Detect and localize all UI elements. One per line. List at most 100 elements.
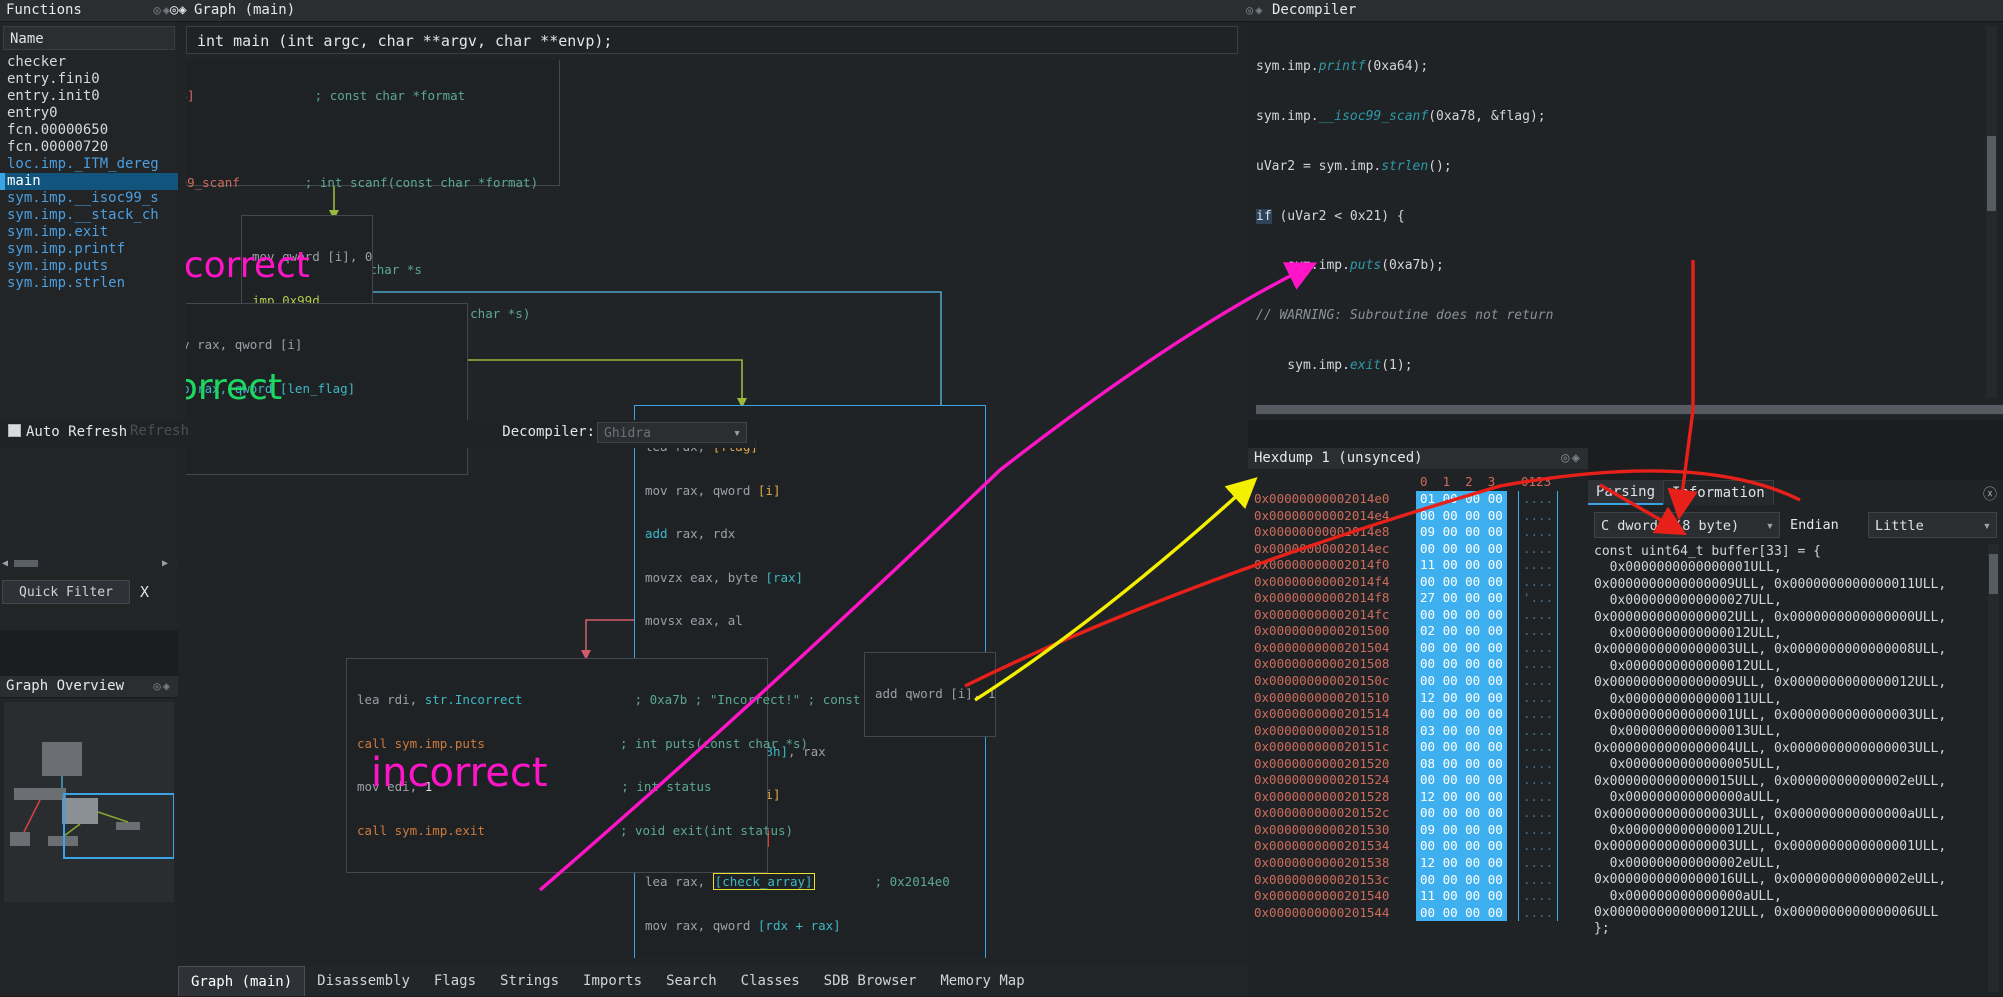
functions-hscrollbar[interactable]: ◀ ▶: [0, 557, 178, 570]
function-list-item[interactable]: sym.imp.puts: [0, 258, 178, 275]
hexdump-bytes[interactable]: 09 00 00 00: [1416, 524, 1507, 541]
hexdump-bytes[interactable]: 00 00 00 00: [1416, 838, 1507, 855]
hexdump-row[interactable]: 0x000000000020153009 00 00 00....: [1254, 822, 1584, 839]
function-list-item[interactable]: sym.imp.strlen: [0, 275, 178, 292]
function-list-item[interactable]: main: [0, 173, 178, 190]
functions-column-header[interactable]: Name: [3, 26, 175, 50]
graph-node-entry[interactable]: 0a78]; const char *format soc99_scanf; i…: [186, 60, 560, 186]
hexdump-row[interactable]: 0x00000000002014f011 00 00 00....: [1254, 557, 1584, 574]
hexdump-bytes[interactable]: 12 00 00 00: [1416, 789, 1507, 806]
hexdump-rows[interactable]: 0x00000000002014e001 00 00 00....0x00000…: [1254, 491, 1584, 921]
function-list-item[interactable]: sym.imp.printf: [0, 241, 178, 258]
tab-search[interactable]: Search: [654, 966, 729, 996]
parsing-tab-parsing[interactable]: Parsing: [1588, 480, 1663, 505]
function-list-item[interactable]: sym.imp.exit: [0, 224, 178, 241]
scroll-thumb[interactable]: [14, 560, 38, 567]
graph-canvas[interactable]: 0a78]; const char *format soc99_scanf; i…: [186, 60, 1248, 958]
endian-select[interactable]: Little ▾: [1868, 512, 1997, 538]
functions-list[interactable]: checkerentry.fini0entry.init0entry0fcn.0…: [0, 54, 178, 292]
hexdump-row[interactable]: 0x000000000020153400 00 00 00....: [1254, 838, 1584, 855]
function-list-item[interactable]: fcn.00000650: [0, 122, 178, 139]
decompiler-hscrollbar[interactable]: [1256, 404, 2003, 415]
function-list-item[interactable]: sym.imp.__stack_ch: [0, 207, 178, 224]
hexdump-row[interactable]: 0x000000000020152400 00 00 00....: [1254, 772, 1584, 789]
hexdump-bytes[interactable]: 00 00 00 00: [1416, 706, 1507, 723]
tab-strings[interactable]: Strings: [488, 966, 571, 996]
hexdump-row[interactable]: 0x00000000002014f827 00 00 00'...: [1254, 590, 1584, 607]
parsing-tab-information[interactable]: Information: [1663, 480, 1774, 505]
panel-window-icons[interactable]: ◎◈: [1246, 0, 1997, 21]
hexdump-body[interactable]: 0 1 2 3 0123 0x00000000002014e001 00 00 …: [1254, 474, 1584, 994]
hexdump-bytes[interactable]: 00 00 00 00: [1416, 872, 1507, 889]
parsing-code-output[interactable]: const uint64_t buffer[33] = { 0x00000000…: [1594, 544, 1985, 992]
hexdump-bytes[interactable]: 00 00 00 00: [1416, 541, 1507, 558]
graph-overview-canvas[interactable]: [4, 702, 174, 902]
function-list-item[interactable]: checker: [0, 54, 178, 71]
function-signature[interactable]: int main (int argc, char **argv, char **…: [186, 26, 1238, 54]
hexdump-row[interactable]: 0x000000000020154400 00 00 00....: [1254, 905, 1584, 922]
tab-sdb-browser[interactable]: SDB Browser: [812, 966, 929, 996]
hexdump-row[interactable]: 0x000000000020154011 00 00 00....: [1254, 888, 1584, 905]
hexdump-bytes[interactable]: 00 00 00 00: [1416, 574, 1507, 591]
panel-window-icons[interactable]: ◎◈: [170, 0, 187, 21]
hexdump-bytes[interactable]: 09 00 00 00: [1416, 822, 1507, 839]
hexdump-bytes[interactable]: 11 00 00 00: [1416, 888, 1507, 905]
graph-node-increment[interactable]: add qword [i], 1: [864, 652, 996, 737]
tab-disassembly[interactable]: Disassembly: [305, 966, 422, 996]
hexdump-bytes[interactable]: 00 00 00 00: [1416, 805, 1507, 822]
parsing-format-select[interactable]: C dwords (8 byte) ▾: [1594, 512, 1780, 538]
decompiler-select[interactable]: Ghidra ▾: [597, 422, 747, 443]
checkbox-icon[interactable]: [8, 424, 21, 437]
hexdump-bytes[interactable]: 00 00 00 00: [1416, 640, 1507, 657]
hexdump-row[interactable]: 0x00000000002014fc00 00 00 00....: [1254, 607, 1584, 624]
hexdump-bytes[interactable]: 02 00 00 00: [1416, 623, 1507, 640]
hexdump-row[interactable]: 0x000000000020150400 00 00 00....: [1254, 640, 1584, 657]
hexdump-bytes[interactable]: 00 00 00 00: [1416, 508, 1507, 525]
scroll-left-icon[interactable]: ◀: [2, 558, 8, 569]
hexdump-bytes[interactable]: 27 00 00 00: [1416, 590, 1507, 607]
parsing-vscrollbar[interactable]: [1988, 544, 1999, 992]
quick-filter-input[interactable]: Quick Filter: [2, 580, 130, 604]
hexdump-bytes[interactable]: 08 00 00 00: [1416, 756, 1507, 773]
hexdump-row[interactable]: 0x000000000020151803 00 00 00....: [1254, 723, 1584, 740]
refresh-button[interactable]: Refresh: [130, 423, 189, 439]
function-list-item[interactable]: entry0: [0, 105, 178, 122]
panel-window-icons[interactable]: ◎◈: [1561, 448, 1582, 469]
hexdump-row[interactable]: 0x000000000020152812 00 00 00....: [1254, 789, 1584, 806]
hexdump-bytes[interactable]: 03 00 00 00: [1416, 723, 1507, 740]
scroll-thumb[interactable]: [1987, 136, 1996, 211]
hexdump-bytes[interactable]: 00 00 00 00: [1416, 607, 1507, 624]
tab-memory-map[interactable]: Memory Map: [928, 966, 1036, 996]
hexdump-row[interactable]: 0x000000000020150800 00 00 00....: [1254, 656, 1584, 673]
hexdump-row[interactable]: 0x000000000020153812 00 00 00....: [1254, 855, 1584, 872]
tab-classes[interactable]: Classes: [729, 966, 812, 996]
hexdump-bytes[interactable]: 00 00 00 00: [1416, 739, 1507, 756]
tab-imports[interactable]: Imports: [571, 966, 654, 996]
hexdump-bytes[interactable]: 00 00 00 00: [1416, 772, 1507, 789]
hexdump-row[interactable]: 0x00000000002014e001 00 00 00....: [1254, 491, 1584, 508]
hexdump-row[interactable]: 0x000000000020150c00 00 00 00....: [1254, 673, 1584, 690]
function-list-item[interactable]: entry.init0: [0, 88, 178, 105]
hexdump-row[interactable]: 0x000000000020151c00 00 00 00....: [1254, 739, 1584, 756]
chevron-down-icon[interactable]: ▾: [1766, 513, 1774, 539]
tab-graph-main[interactable]: Graph (main): [178, 966, 305, 996]
hexdump-row[interactable]: 0x00000000002014f400 00 00 00....: [1254, 574, 1584, 591]
parsing-tabs[interactable]: ParsingInformation: [1588, 480, 2003, 506]
hexdump-row[interactable]: 0x00000000002014e809 00 00 00....: [1254, 524, 1584, 541]
hexdump-row[interactable]: 0x000000000020151400 00 00 00....: [1254, 706, 1584, 723]
hexdump-bytes[interactable]: 01 00 00 00: [1416, 491, 1507, 508]
hexdump-row[interactable]: 0x000000000020150002 00 00 00....: [1254, 623, 1584, 640]
hexdump-row[interactable]: 0x00000000002014ec00 00 00 00....: [1254, 541, 1584, 558]
panel-window-icons[interactable]: ◎◈: [154, 676, 172, 697]
quick-filter-clear-button[interactable]: X: [140, 580, 149, 604]
decompiler-vscrollbar[interactable]: [1986, 26, 1997, 398]
scroll-thumb[interactable]: [1256, 405, 2003, 414]
tab-flags[interactable]: Flags: [422, 966, 488, 996]
hexdump-row[interactable]: 0x00000000002014e400 00 00 00....: [1254, 508, 1584, 525]
hexdump-row[interactable]: 0x000000000020151012 00 00 00....: [1254, 690, 1584, 707]
function-list-item[interactable]: loc.imp._ITM_dereg: [0, 156, 178, 173]
decompiler-code[interactable]: sym.imp.printf(0xa64); sym.imp.__isoc99_…: [1256, 26, 1981, 396]
function-list-item[interactable]: entry.fini0: [0, 71, 178, 88]
hexdump-bytes[interactable]: 12 00 00 00: [1416, 690, 1507, 707]
hexdump-bytes[interactable]: 12 00 00 00: [1416, 855, 1507, 872]
